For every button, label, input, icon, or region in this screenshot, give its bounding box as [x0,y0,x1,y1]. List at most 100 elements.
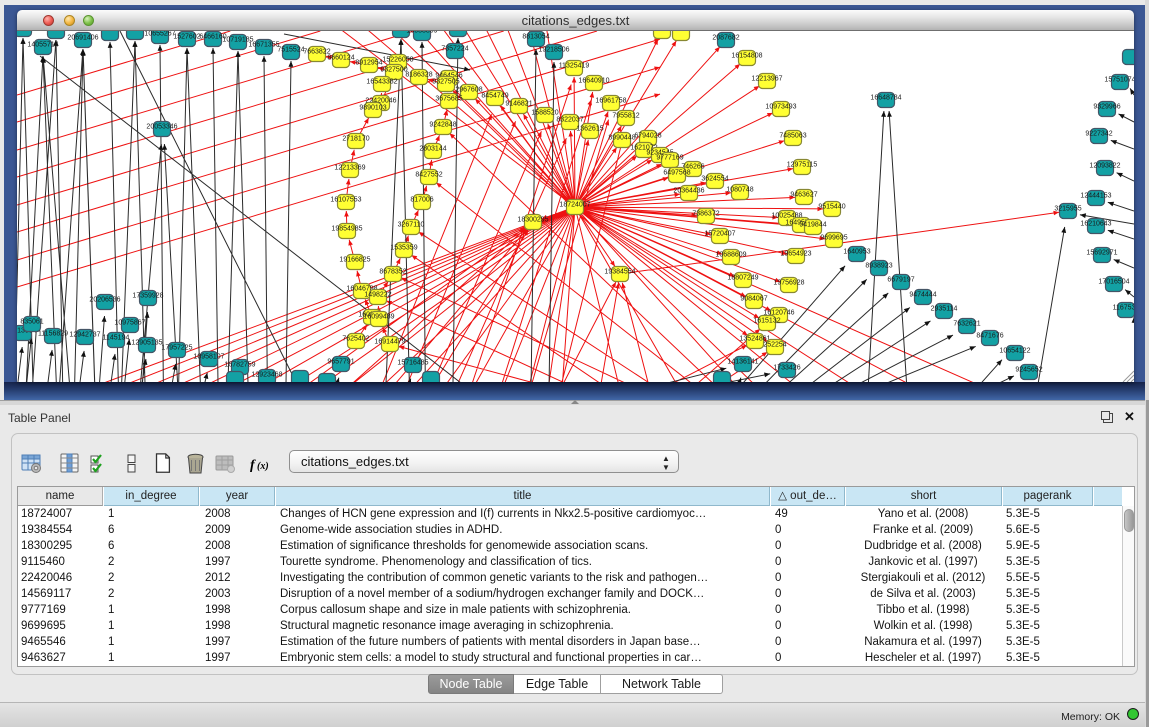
svg-text:1145194: 1145194 [103,335,130,342]
svg-text:15226058: 15226058 [382,57,413,64]
svg-text:8322037: 8322037 [556,117,583,124]
svg-text:8813054: 8813054 [522,34,549,41]
svg-text:9777169: 9777169 [656,155,683,162]
svg-text:18724007: 18724007 [559,202,590,209]
svg-text:2718170: 2718170 [342,136,369,143]
svg-text:12905135: 12905135 [131,340,162,347]
svg-text:1640953: 1640953 [843,249,870,256]
svg-text:10973493: 10973493 [765,104,796,111]
svg-text:9699695: 9699695 [820,235,847,242]
svg-text:9463627: 9463627 [790,192,817,199]
svg-text:7955812: 7955812 [612,113,639,120]
svg-text:3267110: 3267110 [398,222,425,229]
svg-text:2803144: 2803144 [419,146,446,153]
svg-text:7515524: 7515524 [277,47,304,54]
svg-text:16099489: 16099489 [363,314,394,321]
svg-text:15716485: 15716485 [397,360,428,367]
svg-text:2935114: 2935114 [931,306,958,313]
svg-text:20053346: 20053346 [146,124,177,131]
svg-text:1615132: 1615132 [753,318,780,325]
svg-text:1733426: 1733426 [773,365,800,372]
svg-text:14055714: 14055714 [27,42,58,49]
svg-text:19384554: 19384554 [604,269,635,276]
svg-text:11325419: 11325419 [559,63,590,70]
svg-text:1535359: 1535359 [390,245,417,252]
svg-text:10655267: 10655267 [144,31,175,38]
svg-text:3675685: 3675685 [435,96,462,103]
svg-text:3215955: 3215955 [1054,206,1081,213]
svg-text:19756928: 19756928 [773,280,804,287]
svg-text:19854985: 19854985 [331,226,362,233]
svg-text:16782759: 16782759 [224,362,255,369]
svg-text:15692971: 15692971 [1086,250,1117,257]
svg-text:18300295: 18300295 [517,217,548,224]
svg-text:6679197: 6679197 [887,277,914,284]
svg-text:9327500: 9327500 [380,67,407,74]
svg-text:11156829: 11156829 [38,331,68,338]
svg-text:1167533: 1167533 [1113,305,1134,312]
svg-text:17016504: 17016504 [1098,279,1129,286]
svg-text:8427552: 8427552 [415,172,442,179]
svg-text:9227342: 9227342 [1085,131,1112,138]
svg-text:7386372: 7386372 [692,211,719,218]
svg-text:1080748: 1080748 [726,187,753,194]
svg-text:16543382: 16543382 [366,79,397,86]
svg-text:1362615: 1362615 [576,126,603,133]
svg-text:817006: 817006 [410,197,433,204]
svg-text:16961758: 16961758 [595,98,626,105]
svg-text:16640910: 16640910 [578,78,609,85]
svg-text:16671355: 16671355 [248,42,279,49]
svg-text:20364436: 20364436 [673,188,704,195]
svg-text:9245652: 9245652 [1015,367,1042,374]
svg-text:1588520: 1588520 [531,110,558,117]
svg-text:12213369: 12213369 [334,165,365,172]
svg-text:(x): (x) [257,461,269,472]
svg-text:9474444: 9474444 [909,292,936,299]
svg-text:12093822: 12093822 [1089,163,1120,170]
svg-text:19654923: 19654923 [780,251,811,258]
svg-text:9084067: 9084067 [740,296,767,303]
svg-text:f: f [250,458,256,473]
svg-text:7485063: 7485063 [779,133,806,140]
svg-text:12213967: 12213967 [751,76,782,83]
svg-text:7625402: 7625402 [342,336,369,343]
svg-text:6497568: 6497568 [663,170,690,177]
svg-text:8990448: 8990448 [608,135,635,142]
svg-text:19218506: 19218506 [538,47,569,54]
svg-text:14136141: 14136141 [727,359,758,366]
svg-text:7632621: 7632621 [953,321,980,328]
svg-text:10958107: 10958107 [193,354,224,361]
svg-text:8471676: 8471676 [976,333,1003,340]
svg-text:6794028: 6794028 [634,133,661,140]
svg-text:1527602: 1527602 [173,34,200,41]
svg-text:8912954: 8912954 [355,60,382,67]
svg-text:3624554: 3624554 [701,176,728,183]
svg-text:8938923: 8938923 [865,263,892,270]
svg-text:16648784: 16648784 [870,95,901,102]
svg-text:9890103: 9890103 [359,105,386,112]
svg-text:835061: 835061 [20,319,43,326]
svg-text:16107553: 16107553 [330,197,361,204]
svg-text:12444153: 12444153 [1080,193,1111,200]
svg-text:19166825: 19166825 [339,257,370,264]
svg-text:10688609: 10688609 [715,252,746,259]
svg-text:16154808: 16154808 [731,53,762,60]
svg-text:10975867: 10975867 [114,320,145,327]
svg-text:9515440: 9515440 [818,204,845,211]
svg-text:7357224: 7357224 [441,46,468,53]
svg-text:15751074: 15751074 [1104,77,1134,84]
svg-text:9327505: 9327505 [432,79,459,86]
svg-text:18807249: 18807249 [727,275,758,282]
svg-text:9419844: 9419844 [799,222,826,229]
svg-text:2087682: 2087682 [712,35,739,42]
svg-text:12942737: 12942737 [69,332,100,339]
svg-text:1498222: 1498222 [364,292,391,299]
svg-text:20691406: 20691406 [67,35,98,42]
svg-text:8454749: 8454749 [481,93,508,100]
svg-text:8186328: 8186328 [405,72,432,79]
svg-text:9329966: 9329966 [1093,104,1120,111]
svg-text:12923468: 12923468 [251,372,282,379]
svg-text:8660124: 8660124 [327,55,354,62]
svg-text:17957225: 17957225 [161,345,192,352]
svg-text:9146821: 9146821 [505,101,532,108]
